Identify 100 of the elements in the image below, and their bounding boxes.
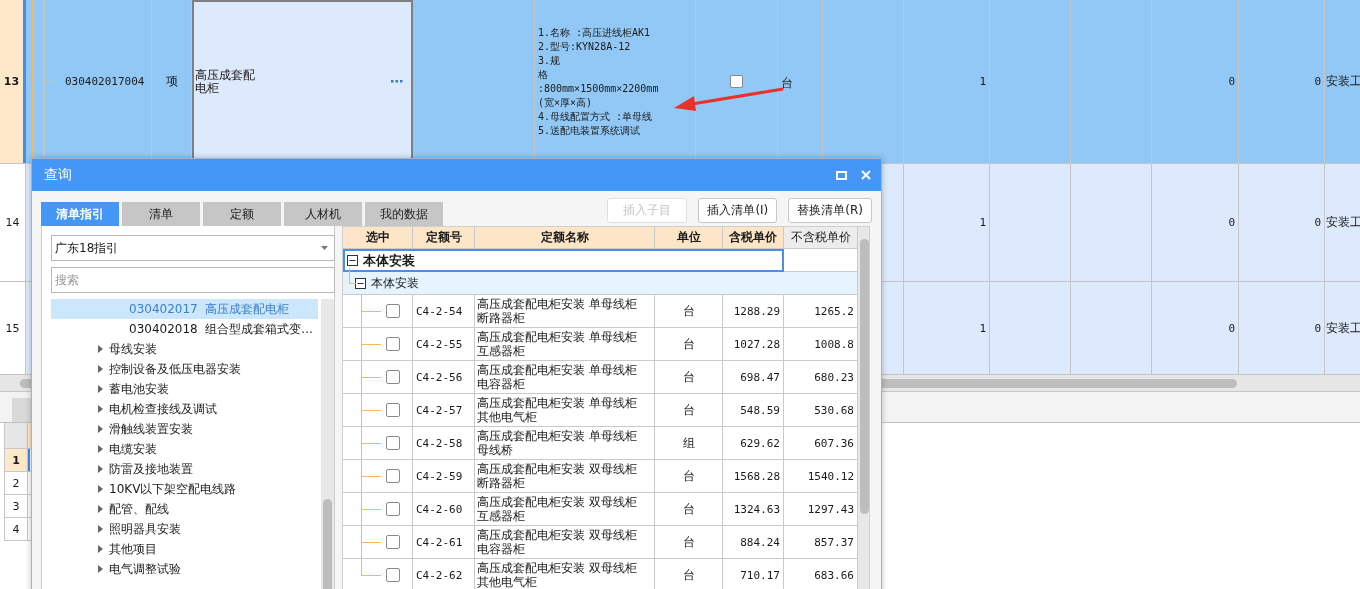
button[interactable]: 插入清单(I): [698, 198, 778, 223]
table-cell: 0: [1314, 321, 1321, 335]
table-cell: 030402017004: [65, 75, 145, 88]
table-cell: 台: [655, 295, 723, 328]
expand-arrow-icon[interactable]: [98, 425, 103, 433]
tab[interactable]: 清单: [122, 202, 200, 226]
expand-arrow-icon[interactable]: [98, 525, 103, 533]
checkbox[interactable]: [386, 469, 400, 483]
scrollbar[interactable]: [321, 299, 334, 589]
expand-arrow-icon[interactable]: [98, 545, 103, 553]
table-cell: C4-2-61: [413, 526, 475, 559]
column-header[interactable]: 单位: [655, 227, 723, 249]
tab[interactable]: 定额: [203, 202, 281, 226]
ellipsis-icon[interactable]: [391, 80, 403, 83]
tree-item[interactable]: 电缆安装: [51, 439, 318, 459]
table-cell-text: 高压成套配电柜安装 单母线柜母线桥: [477, 429, 638, 457]
table-cell: 台: [655, 394, 723, 427]
scrollbar[interactable]: [858, 227, 869, 589]
column-header[interactable]: 定额名称: [475, 227, 655, 249]
checkbox[interactable]: [386, 304, 400, 318]
collapse-icon[interactable]: [347, 255, 358, 266]
expand-arrow-icon[interactable]: [98, 485, 103, 493]
expand-arrow-icon[interactable]: [98, 365, 103, 373]
maximize-icon[interactable]: [836, 170, 847, 180]
row-header[interactable]: 2: [4, 472, 28, 494]
table-cell: C4-2-57: [413, 394, 475, 427]
row-header[interactable]: 3: [4, 495, 28, 517]
window-title: 查询: [44, 166, 72, 184]
column-header[interactable]: 定额号: [413, 227, 475, 249]
checkbox[interactable]: [386, 370, 400, 384]
table-cell: 台: [655, 493, 723, 526]
table-cell: C4-2-55: [413, 328, 475, 361]
close-icon[interactable]: [861, 170, 871, 180]
tree-item[interactable]: 照明器具安装: [51, 519, 318, 539]
checkbox[interactable]: [386, 568, 400, 582]
checkbox[interactable]: [386, 436, 400, 450]
row-header[interactable]: 14: [0, 164, 26, 281]
table-cell: 0: [1314, 216, 1321, 229]
tree-item[interactable]: 防雷及接地装置: [51, 459, 318, 479]
row-header[interactable]: 15: [0, 282, 26, 374]
column-header[interactable]: 选中: [343, 227, 413, 249]
checkbox[interactable]: [730, 75, 743, 88]
expand-arrow-icon[interactable]: [98, 345, 103, 353]
table-cell: 台: [655, 559, 723, 589]
button[interactable]: 替换清单(R): [788, 198, 872, 223]
row-header[interactable]: 4: [4, 518, 28, 540]
tree-item[interactable]: 10KV以下架空配电线路: [51, 479, 318, 499]
group-row[interactable]: 本体安装: [343, 249, 784, 272]
table-cell: C4-2-62: [413, 559, 475, 589]
dropdown[interactable]: 广东18指引: [51, 235, 335, 261]
table-cell: 台: [655, 526, 723, 559]
table-cell: 台: [655, 361, 723, 394]
table-cell-text: 高压成套配电柜安装 单母线柜断路器柜: [477, 297, 638, 325]
table-cell: 1: [979, 75, 986, 88]
expand-arrow-icon[interactable]: [98, 465, 103, 473]
table-cell: C4-2-59: [413, 460, 475, 493]
table-cell: C4-2-56: [413, 361, 475, 394]
tree-item[interactable]: 控制设备及低压电器安装: [51, 359, 318, 379]
tree-item[interactable]: 其他项目: [51, 539, 318, 559]
column-header[interactable]: 含税单价: [723, 227, 784, 249]
table-cell: 1027.28: [723, 328, 784, 361]
table-cell-text: 高压成套配电柜安装 双母线柜电容器柜: [477, 528, 638, 556]
tree-item[interactable]: 蓄电池安装: [51, 379, 318, 399]
column-header[interactable]: 不含税单价: [784, 227, 858, 249]
collapse-icon[interactable]: [355, 277, 366, 289]
table-cell-text: 高压成套配电柜安装 单母线柜其他电气柜: [477, 396, 638, 424]
table-cell: 组: [655, 427, 723, 460]
table-cell: 0: [1228, 75, 1235, 88]
checkbox[interactable]: [386, 502, 400, 516]
tab[interactable]: 人材机: [284, 202, 362, 226]
row-header[interactable]: 13: [0, 0, 26, 163]
tree-item[interactable]: 滑触线装置安装: [51, 419, 318, 439]
table-cell: C4-2-54: [413, 295, 475, 328]
table-cell: 项: [165, 73, 178, 90]
expand-arrow-icon[interactable]: [98, 445, 103, 453]
description-text: 1.名称 :高压进线柜AK1 2.型号:KYN28A-12 3.规 格 :800mm×1500mm×2200mm (宽×厚×高) 4.母线配置方式 :单母线 5.送配电装置系统调试: [538, 25, 659, 138]
checkbox[interactable]: [386, 403, 400, 417]
expand-arrow-icon[interactable]: [98, 505, 103, 513]
tree-item[interactable]: 配管、配线: [51, 499, 318, 519]
table-cell: 1: [979, 321, 986, 335]
expand-arrow-icon[interactable]: [98, 405, 103, 413]
tree-item[interactable]: 030402018 组合型成套箱式变...: [51, 319, 318, 339]
expand-arrow-icon[interactable]: [98, 385, 103, 393]
tree-item[interactable]: 母线安装: [51, 339, 318, 359]
table-cell: 698.47: [723, 361, 784, 394]
tab[interactable]: 我的数据: [365, 202, 443, 226]
table-cell: 0: [1228, 216, 1235, 229]
checkbox[interactable]: [386, 535, 400, 549]
table-cell: C4-2-58: [413, 427, 475, 460]
table-cell-text: 高压成套配电柜安装 单母线柜互感器柜: [477, 330, 638, 358]
expand-arrow-icon[interactable]: [98, 565, 103, 573]
row-header[interactable]: 1: [4, 449, 28, 471]
scroll-thumb[interactable]: [860, 239, 869, 514]
table-cell: 884.24: [723, 526, 784, 559]
checkbox[interactable]: [386, 337, 400, 351]
tree-item[interactable]: 电机检查接线及调试: [51, 399, 318, 419]
table-cell: 1288.29: [723, 295, 784, 328]
table-cell: 0: [1228, 321, 1235, 335]
search-field[interactable]: 搜索: [51, 267, 335, 293]
tree-item[interactable]: 电气调整试验: [51, 559, 318, 579]
